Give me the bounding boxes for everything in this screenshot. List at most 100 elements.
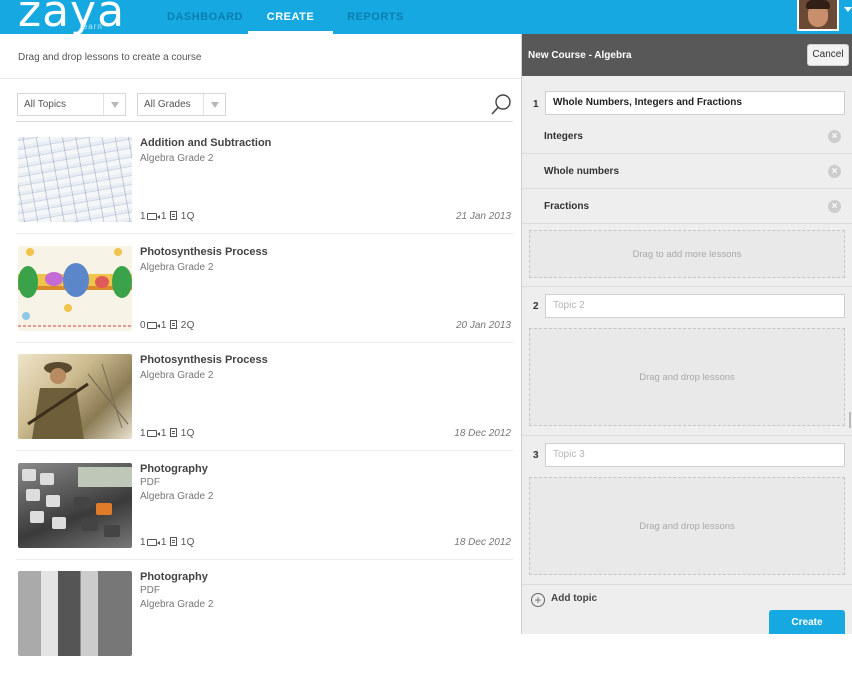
lesson-date: 18 Dec 2012 bbox=[454, 428, 511, 439]
document-icon bbox=[169, 211, 177, 220]
scrollbar[interactable] bbox=[849, 412, 851, 428]
video-count: 1 bbox=[140, 211, 146, 222]
lesson-title: Photography bbox=[140, 463, 208, 475]
topics-filter-value: All Topics bbox=[24, 99, 67, 110]
course-title: New Course - Algebra bbox=[528, 50, 632, 61]
lesson-thumbnail bbox=[18, 571, 132, 656]
divider bbox=[0, 78, 521, 79]
lesson-meta: Algebra Grade 2 bbox=[140, 370, 214, 381]
course-lesson-item[interactable]: Whole numbers × bbox=[522, 154, 852, 189]
question-count: 1Q bbox=[180, 428, 195, 439]
doc-count: 1 bbox=[160, 211, 167, 222]
doc-count: 1 bbox=[160, 537, 167, 548]
question-count: 1Q bbox=[180, 211, 195, 222]
divider bbox=[522, 584, 852, 585]
chevron-down-icon bbox=[103, 94, 125, 115]
remove-icon[interactable]: × bbox=[828, 200, 841, 213]
lesson-card[interactable]: Addition and Subtraction Algebra Grade 2… bbox=[16, 137, 513, 245]
topic-number: 1 bbox=[533, 99, 539, 110]
topic-number: 3 bbox=[533, 450, 539, 461]
instructions-text: Drag and drop lessons to create a course bbox=[18, 52, 202, 63]
video-count: 1 bbox=[140, 537, 146, 548]
course-lesson-item[interactable]: Integers × bbox=[522, 119, 852, 154]
lesson-type: PDF bbox=[140, 585, 160, 596]
add-topic-label: Add topic bbox=[551, 593, 598, 604]
video-icon bbox=[146, 430, 160, 437]
zaya-logo[interactable]: zaya bbox=[18, 0, 125, 37]
video-count: 0 bbox=[140, 320, 146, 331]
lesson-meta: Algebra Grade 2 bbox=[140, 262, 214, 273]
lesson-stats: 0 1 2Q bbox=[140, 320, 195, 331]
lesson-thumbnail bbox=[18, 354, 132, 439]
lesson-card[interactable]: Photosynthesis Process Algebra Grade 2 1… bbox=[16, 354, 513, 462]
user-avatar[interactable] bbox=[797, 0, 839, 31]
remove-icon[interactable]: × bbox=[828, 130, 841, 143]
nav-tab-create[interactable]: CREATE bbox=[248, 0, 333, 34]
lesson-thumbnail bbox=[18, 246, 132, 331]
topic-title-input[interactable]: Whole Numbers, Integers and Fractions bbox=[545, 91, 845, 115]
divider bbox=[16, 559, 513, 560]
document-icon bbox=[169, 537, 177, 546]
lesson-date: 21 Jan 2013 bbox=[455, 211, 511, 222]
lesson-stats: 1 1 1Q bbox=[140, 428, 195, 439]
lesson-card[interactable]: Photosynthesis Process Algebra Grade 2 0… bbox=[16, 246, 513, 354]
lesson-meta: Algebra Grade 2 bbox=[140, 491, 214, 502]
lesson-dropzone[interactable]: Drag to add more lessons bbox=[529, 230, 845, 278]
create-button[interactable]: Create bbox=[769, 610, 845, 634]
lesson-thumbnail bbox=[18, 137, 132, 222]
lesson-date: 18 Dec 2012 bbox=[454, 537, 511, 548]
lesson-library-panel: Drag and drop lessons to create a course… bbox=[0, 34, 521, 656]
lesson-stats: 1 1 1Q bbox=[140, 537, 195, 548]
nav-tab-reports[interactable]: REPORTS bbox=[338, 0, 413, 34]
lesson-card[interactable]: Photography PDF Algebra Grade 2 bbox=[16, 571, 513, 679]
course-builder-panel: New Course - Algebra Cancel 1 Whole Numb… bbox=[521, 34, 852, 634]
lesson-meta: Algebra Grade 2 bbox=[140, 153, 214, 164]
chevron-down-icon bbox=[203, 94, 225, 115]
topics-filter-select[interactable]: All Topics bbox=[17, 93, 126, 116]
course-header: New Course - Algebra Cancel bbox=[522, 34, 852, 76]
lesson-title: Photosynthesis Process bbox=[140, 246, 268, 258]
lesson-date: 20 Jan 2013 bbox=[455, 320, 511, 331]
grades-filter-select[interactable]: All Grades bbox=[137, 93, 226, 116]
divider bbox=[16, 450, 513, 451]
doc-count: 1 bbox=[160, 428, 167, 439]
lesson-dropzone[interactable]: Drag and drop lessons bbox=[529, 477, 845, 575]
divider bbox=[16, 121, 513, 122]
divider bbox=[522, 286, 852, 287]
divider bbox=[522, 435, 852, 436]
top-navigation-bar: zaya learn DASHBOARD CREATE REPORTS bbox=[0, 0, 852, 37]
document-icon bbox=[169, 320, 177, 329]
video-icon bbox=[146, 322, 160, 329]
lesson-dropzone[interactable]: Drag and drop lessons bbox=[529, 328, 845, 426]
question-count: 2Q bbox=[180, 320, 195, 331]
document-icon bbox=[169, 428, 177, 437]
grades-filter-value: All Grades bbox=[144, 99, 191, 110]
lesson-card[interactable]: Photography PDF Algebra Grade 2 1 1 1Q 18 … bbox=[16, 463, 513, 571]
doc-count: 1 bbox=[160, 320, 167, 331]
lesson-stats: 1 1 1Q bbox=[140, 211, 195, 222]
course-lesson-name: Integers bbox=[544, 131, 583, 142]
course-lesson-name: Fractions bbox=[544, 201, 590, 212]
lesson-title: Photography bbox=[140, 571, 208, 583]
cancel-button[interactable]: Cancel bbox=[807, 44, 849, 66]
video-icon bbox=[146, 539, 160, 546]
topic-title-input[interactable]: Topic 2 bbox=[545, 294, 845, 318]
user-menu-caret-icon[interactable] bbox=[844, 7, 852, 12]
course-lesson-item[interactable]: Fractions × bbox=[522, 189, 852, 224]
topic-number: 2 bbox=[533, 301, 539, 312]
avatar-hair bbox=[806, 0, 830, 9]
course-lesson-name: Whole numbers bbox=[544, 166, 620, 177]
video-icon bbox=[146, 213, 160, 220]
question-count: 1Q bbox=[180, 537, 195, 548]
lesson-thumbnail bbox=[18, 463, 132, 548]
divider bbox=[16, 233, 513, 234]
lesson-title: Photosynthesis Process bbox=[140, 354, 268, 366]
lesson-type: PDF bbox=[140, 477, 160, 488]
plus-circle-icon: + bbox=[531, 593, 545, 607]
video-count: 1 bbox=[140, 428, 146, 439]
nav-tab-dashboard[interactable]: DASHBOARD bbox=[160, 0, 250, 34]
remove-icon[interactable]: × bbox=[828, 165, 841, 178]
add-topic-button[interactable]: + Add topic bbox=[531, 593, 597, 607]
topic-title-input[interactable]: Topic 3 bbox=[545, 443, 845, 467]
search-icon[interactable] bbox=[490, 93, 512, 117]
